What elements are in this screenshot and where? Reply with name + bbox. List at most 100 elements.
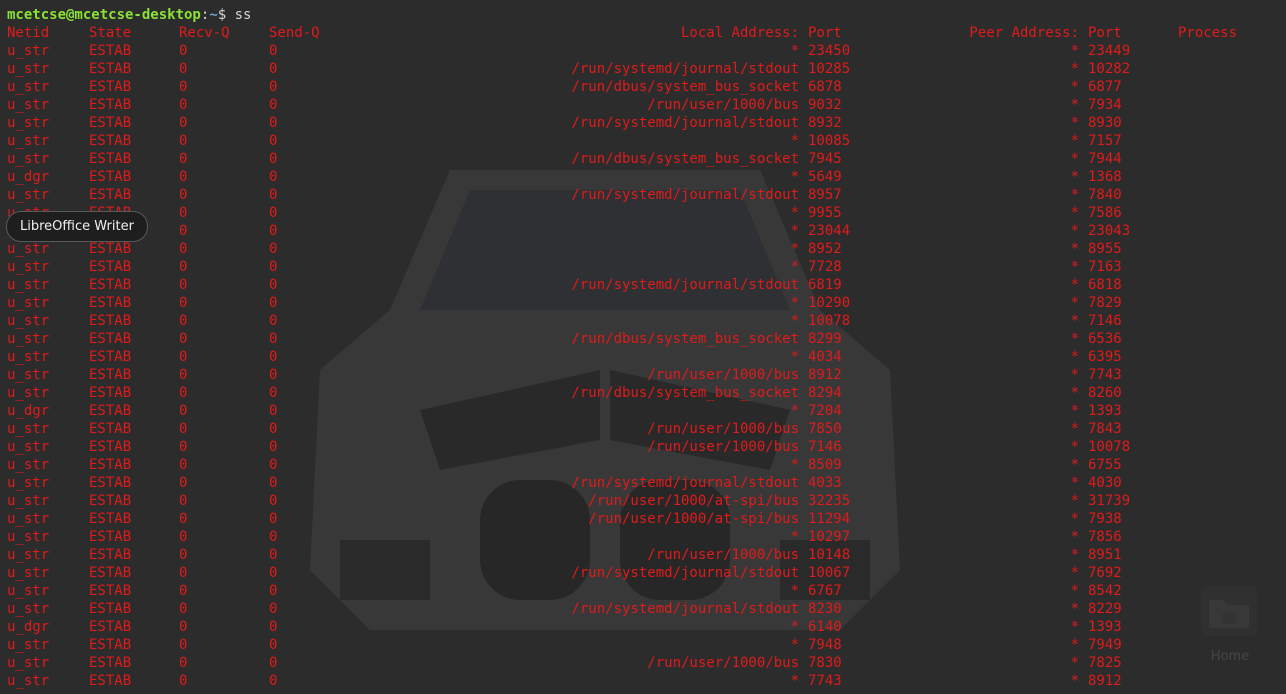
cell-sendq: 0 bbox=[269, 565, 278, 581]
cell-state: ESTAB bbox=[89, 97, 132, 113]
cell-recvq: 0 bbox=[179, 97, 188, 113]
cell-netid: u_dgr bbox=[7, 403, 50, 419]
cell-peer-port: 6395 bbox=[1088, 349, 1122, 365]
cell-recvq: 0 bbox=[179, 403, 188, 419]
cell-local-port: 8912 bbox=[808, 367, 842, 383]
cell-sendq: 0 bbox=[269, 457, 278, 473]
cell-peer-address: * bbox=[1070, 133, 1079, 149]
cell-state: ESTAB bbox=[89, 403, 132, 419]
cell-peer-address: * bbox=[1070, 223, 1079, 239]
cell-local-address: /run/user/1000/bus bbox=[647, 421, 799, 437]
table-row: u_str ESTAB 0 0 * 10297 * 7856 bbox=[0, 528, 1286, 546]
cell-state: ESTAB bbox=[89, 151, 132, 167]
cell-recvq: 0 bbox=[179, 115, 188, 131]
cell-local-address: * bbox=[790, 583, 799, 599]
cell-sendq: 0 bbox=[269, 493, 278, 509]
cell-state: ESTAB bbox=[89, 511, 132, 527]
cell-state: ESTAB bbox=[89, 619, 132, 635]
cell-peer-address: * bbox=[1070, 79, 1079, 95]
table-row: u_str ESTAB 0 0/run/user/1000/bus 8912 * 7743 bbox=[0, 366, 1286, 384]
cell-sendq: 0 bbox=[269, 241, 278, 257]
cell-local-address: /run/systemd/journal/stdout bbox=[571, 475, 799, 491]
cell-peer-port: 10282 bbox=[1088, 61, 1131, 77]
table-row: u_str ESTAB 0 0/run/dbus/system_bus_socket 8… bbox=[0, 330, 1286, 348]
cell-local-port: 11294 bbox=[808, 511, 851, 527]
cell-peer-port: 8930 bbox=[1088, 115, 1122, 131]
cell-local-port: 7204 bbox=[808, 403, 842, 419]
cell-netid: u_str bbox=[7, 61, 50, 77]
cell-sendq: 0 bbox=[269, 619, 278, 635]
cell-peer-address: * bbox=[1070, 475, 1079, 491]
shell-prompt: mcetcse@mcetcse-desktop:~$ ss bbox=[7, 6, 251, 24]
prompt-user-host: mcetcse@mcetcse-desktop bbox=[7, 7, 201, 23]
cell-peer-address: * bbox=[1070, 187, 1079, 203]
cell-state: ESTAB bbox=[89, 349, 132, 365]
cell-peer-port: 8229 bbox=[1088, 601, 1122, 617]
cell-local-address: /run/systemd/journal/stdout bbox=[571, 601, 799, 617]
cell-local-address: /run/user/1000/at-spi/bus bbox=[588, 493, 799, 509]
table-row: u_str ESTAB 0 0/run/dbus/system_bus_socket 7… bbox=[0, 150, 1286, 168]
cell-sendq: 0 bbox=[269, 277, 278, 293]
cell-local-address: * bbox=[790, 313, 799, 329]
cell-local-port: 7146 bbox=[808, 439, 842, 455]
cell-sendq: 0 bbox=[269, 151, 278, 167]
cell-local-address: /run/systemd/journal/stdout bbox=[571, 61, 799, 77]
cell-local-port: 10067 bbox=[808, 565, 851, 581]
cell-local-port: 23044 bbox=[808, 223, 851, 239]
cell-peer-port: 23449 bbox=[1088, 43, 1131, 59]
cell-peer-address: * bbox=[1070, 421, 1079, 437]
cell-recvq: 0 bbox=[179, 421, 188, 437]
cell-local-port: 7830 bbox=[808, 655, 842, 671]
cell-local-address: * bbox=[790, 403, 799, 419]
cell-sendq: 0 bbox=[269, 223, 278, 239]
cell-state: ESTAB bbox=[89, 673, 132, 689]
cell-peer-address: * bbox=[1070, 457, 1079, 473]
cell-peer-address: * bbox=[1070, 367, 1079, 383]
cell-netid: u_str bbox=[7, 367, 50, 383]
header-local-address: Local Address: bbox=[680, 25, 799, 41]
cell-state: ESTAB bbox=[89, 277, 132, 293]
cell-peer-port: 7856 bbox=[1088, 529, 1122, 545]
table-row: u_str ESTAB 0 0/run/user/1000/at-spi/bus 112… bbox=[0, 510, 1286, 528]
cell-recvq: 0 bbox=[179, 277, 188, 293]
home-folder-icon[interactable] bbox=[1201, 586, 1257, 636]
cell-recvq: 0 bbox=[179, 223, 188, 239]
cell-peer-port: 23043 bbox=[1088, 223, 1131, 239]
cell-peer-port: 7586 bbox=[1088, 205, 1122, 221]
cell-local-port: 8509 bbox=[808, 457, 842, 473]
cell-local-address: * bbox=[790, 619, 799, 635]
cell-sendq: 0 bbox=[269, 313, 278, 329]
cell-peer-port: 31739 bbox=[1088, 493, 1131, 509]
cell-peer-address: * bbox=[1070, 619, 1079, 635]
cell-local-address: /run/dbus/system_bus_socket bbox=[571, 79, 799, 95]
cell-state: ESTAB bbox=[89, 385, 132, 401]
cell-sendq: 0 bbox=[269, 529, 278, 545]
cell-peer-address: * bbox=[1070, 601, 1079, 617]
cell-local-address: /run/user/1000/bus bbox=[647, 367, 799, 383]
cell-sendq: 0 bbox=[269, 295, 278, 311]
cell-peer-address: * bbox=[1070, 439, 1079, 455]
cell-peer-address: * bbox=[1070, 43, 1079, 59]
cell-peer-address: * bbox=[1070, 385, 1079, 401]
cell-sendq: 0 bbox=[269, 43, 278, 59]
cell-sendq: 0 bbox=[269, 205, 278, 221]
cell-peer-port: 1368 bbox=[1088, 169, 1122, 185]
cell-local-port: 7945 bbox=[808, 151, 842, 167]
cell-recvq: 0 bbox=[179, 385, 188, 401]
cell-peer-address: * bbox=[1070, 547, 1079, 563]
cell-netid: u_str bbox=[7, 115, 50, 131]
cell-sendq: 0 bbox=[269, 349, 278, 365]
cell-state: ESTAB bbox=[89, 583, 132, 599]
cell-sendq: 0 bbox=[269, 385, 278, 401]
cell-local-address: * bbox=[790, 169, 799, 185]
cell-peer-port: 10078 bbox=[1088, 439, 1131, 455]
terminal-window[interactable]: mcetcse@mcetcse-desktop:~$ ss Netid Stat… bbox=[0, 0, 1286, 694]
cell-local-address: /run/user/1000/bus bbox=[647, 97, 799, 113]
cell-peer-port: 7843 bbox=[1088, 421, 1122, 437]
cell-state: ESTAB bbox=[89, 259, 132, 275]
cell-state: ESTAB bbox=[89, 547, 132, 563]
cell-local-port: 7743 bbox=[808, 673, 842, 689]
cell-recvq: 0 bbox=[179, 493, 188, 509]
cell-local-port: 6819 bbox=[808, 277, 842, 293]
cell-local-port: 6140 bbox=[808, 619, 842, 635]
